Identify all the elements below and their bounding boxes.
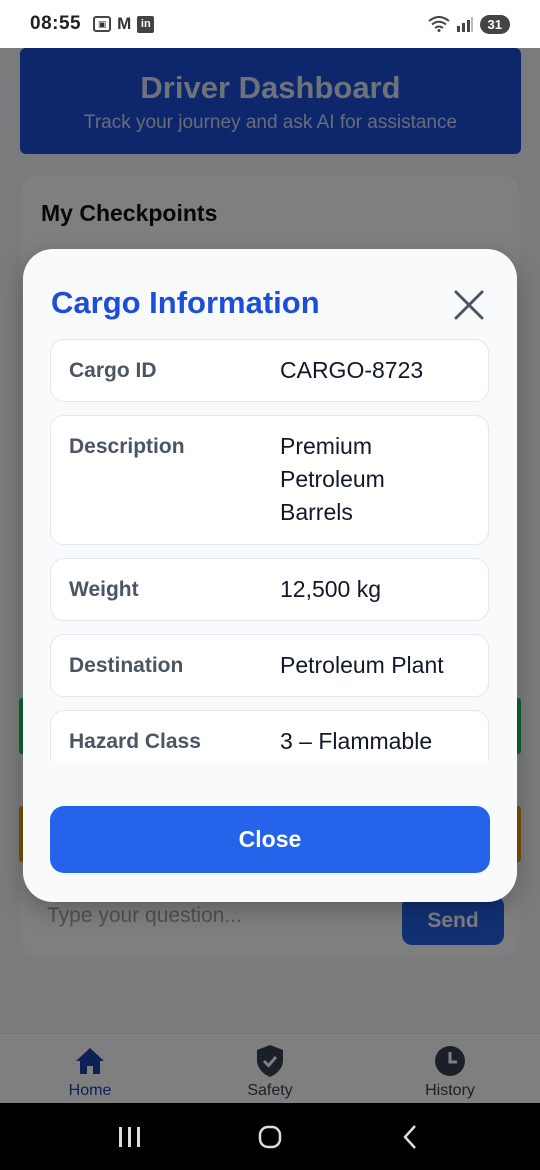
info-label: Destination <box>69 654 184 677</box>
recent-apps-icon[interactable] <box>110 1117 150 1157</box>
modal-title: Cargo Information <box>51 285 320 320</box>
cargo-info-modal: Cargo Information Cargo ID CARGO-8723 De… <box>23 249 517 902</box>
signal-icon <box>456 17 473 32</box>
info-value: Petroleum Plant <box>280 652 444 678</box>
system-nav-bar <box>0 1103 540 1170</box>
info-label: Cargo ID <box>69 359 157 382</box>
info-row-description: Description Premium Petroleum Barrels <box>50 415 489 545</box>
info-row-destination: Destination Petroleum Plant <box>50 634 489 697</box>
close-button[interactable]: Close <box>50 806 490 873</box>
info-row-cargo-id: Cargo ID CARGO-8723 <box>50 339 489 402</box>
status-time: 08:55 <box>30 13 82 34</box>
info-label: Hazard Class <box>69 730 201 753</box>
info-value: 12,500 kg <box>280 576 382 602</box>
screenshot-icon: ▣ <box>93 16 112 32</box>
wifi-icon <box>427 16 450 32</box>
info-value: Premium Petroleum Barrels <box>280 433 385 525</box>
info-label: Weight <box>69 578 139 601</box>
back-icon[interactable] <box>390 1117 430 1157</box>
info-row-weight: Weight 12,500 kg <box>50 558 489 621</box>
status-bar: 08:55 ▣ M in 31 <box>0 0 540 48</box>
gmail-icon: M <box>117 14 132 33</box>
linkedin-icon: in <box>137 15 155 33</box>
home-button-icon[interactable] <box>250 1117 290 1157</box>
battery-indicator: 31 <box>479 14 510 34</box>
info-label: Description <box>69 435 185 458</box>
close-icon[interactable] <box>451 287 487 323</box>
system-status-icons: 31 <box>427 14 510 34</box>
info-value: 3 – Flammable <box>280 728 433 754</box>
info-row-hazard-class: Hazard Class 3 – Flammable <box>50 710 489 761</box>
info-value: CARGO-8723 <box>280 357 424 383</box>
notification-icons: ▣ M in <box>93 14 155 34</box>
cargo-info-list[interactable]: Cargo ID CARGO-8723 Description Premium … <box>50 338 490 761</box>
